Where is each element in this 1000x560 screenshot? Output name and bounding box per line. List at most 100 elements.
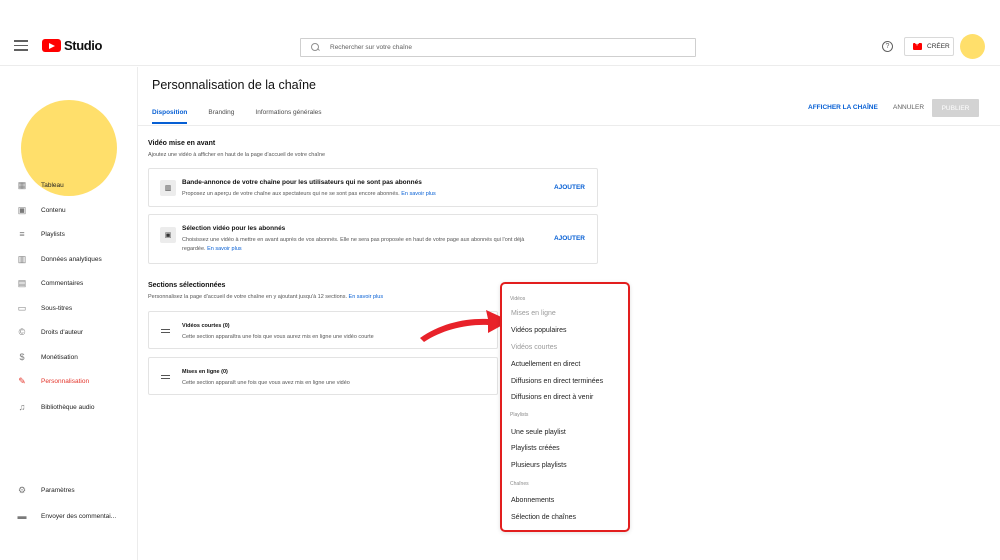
dashboard-icon: ▦ [17, 179, 27, 190]
sidebar-item-label: Droits d'auteur [41, 328, 84, 336]
analytics-icon: ▥ [17, 253, 27, 264]
sidebar-item-analytics[interactable]: ▥ Données analytiques [0, 248, 138, 270]
tab-disposition[interactable]: Disposition [152, 106, 188, 124]
dropdown-item[interactable]: Actuellement en direct [511, 361, 580, 368]
search-input[interactable] [330, 44, 670, 51]
playlist-icon: ≡ [19, 229, 25, 239]
trailer-card-desc: Proposez un aperçu de votre chaîne aux s… [182, 190, 532, 199]
trailer-card-title: Bande-annonce de votre chaîne pour les u… [182, 179, 422, 186]
sidebar-item-magic-wand[interactable]: ✎ Personnalisation [0, 370, 138, 392]
sidebar-item-content[interactable]: ▣ Contenu [0, 199, 138, 221]
audio-library-icon: ♫ [18, 402, 26, 412]
dropdown-item[interactable]: Abonnements [511, 497, 554, 504]
tab-bar: Disposition Branding Informations généra… [152, 106, 343, 124]
video-camera-icon [913, 41, 922, 50]
copyright-icon: © [18, 327, 26, 337]
sections-desc-text: Personnalisez la page d'accueil de votre… [148, 294, 348, 300]
sidebar-item-label: Contenu [41, 206, 66, 214]
featured-video-card: ▣ Sélection vidéo pour les abonnés Chois… [148, 214, 598, 264]
sidebar-item-label: Monétisation [41, 353, 78, 361]
dropdown-item[interactable]: Playlists créées [511, 445, 560, 452]
tab-general-info[interactable]: Informations générales [255, 106, 321, 124]
sidebar-item-label: Commentaires [41, 279, 84, 287]
video-star-icon: ▣ [160, 227, 176, 243]
film-icon: ▥ [160, 180, 176, 196]
section-card-desc: Cette section apparaîtra une fois que vo… [182, 334, 374, 340]
featured-section-title: Vidéo mise en avant [148, 140, 216, 147]
sidebar-item-label: Bibliothèque audio [41, 403, 95, 411]
section-type-dropdown: Vidéos Mises en ligne Vidéos populaires … [500, 282, 630, 532]
hamburger-menu-icon[interactable] [14, 40, 28, 51]
sidebar-item-copyright[interactable]: © Droits d'auteur [0, 321, 138, 343]
sidebar-item-audio-library[interactable]: ♫ Bibliothèque audio [0, 396, 138, 418]
dropdown-item: Vidéos courtes [511, 344, 558, 351]
sidebar-item-label: Paramètres [41, 486, 75, 494]
sidebar-item-label: Sous-titres [41, 304, 73, 312]
search-bar[interactable] [300, 38, 696, 57]
sidebar-item-label: Envoyer des commentai... [41, 512, 117, 520]
cancel-button[interactable]: ANNULER [893, 104, 924, 111]
annotation-arrow-icon [420, 310, 510, 342]
dropdown-item[interactable]: Une seule playlist [511, 429, 566, 436]
sidebar-item-subtitles[interactable]: ▭ Sous-titres [0, 297, 138, 319]
tab-branding[interactable]: Branding [208, 106, 234, 124]
dropdown-item[interactable]: Diffusions en direct terminées [511, 378, 603, 385]
sidebar-item-dashboard[interactable]: ▦ Tableau [0, 174, 138, 196]
featured-video-card-desc: Choisissez une vidéo à mettre en avant a… [182, 236, 537, 254]
add-featured-video-button[interactable]: AJOUTER [554, 235, 585, 242]
dropdown-item: Mises en ligne [511, 310, 556, 317]
drag-handle-icon[interactable] [161, 329, 170, 333]
section-card-uploads: Mises en ligne (0) Cette section apparaî… [148, 357, 498, 395]
trailer-card: ▥ Bande-annonce de votre chaîne pour les… [148, 168, 598, 207]
publish-button[interactable]: PUBLIER [932, 99, 979, 117]
sections-title: Sections sélectionnées [148, 282, 226, 289]
subtitles-icon: ▭ [17, 302, 27, 313]
sections-desc: Personnalisez la page d'accueil de votre… [148, 294, 383, 300]
content-icon: ▣ [17, 204, 27, 215]
gear-icon: ⚙ [17, 484, 27, 495]
sidebar: ▦ Tableau ▣ Contenu ≡ Playlists ▥ Données analy… [0, 67, 138, 560]
youtube-play-icon [42, 39, 61, 52]
drag-handle-icon[interactable] [161, 375, 170, 379]
sidebar-item-label: Données analytiques [41, 255, 102, 263]
sidebar-item-feedback[interactable]: ▬ Envoyer des commentai... [0, 505, 138, 527]
featured-section-desc: Ajoutez une vidéo à afficher en haut de … [148, 152, 326, 158]
dropdown-group-label: Chaînes [510, 481, 529, 487]
sidebar-item-label: Playlists [41, 230, 65, 238]
create-button[interactable]: CRÉER [904, 37, 954, 56]
studio-logo[interactable]: Studio [42, 38, 102, 53]
dropdown-item[interactable]: Plusieurs playlists [511, 462, 567, 469]
feedback-icon: ▬ [17, 511, 27, 521]
create-label: CRÉER [927, 43, 950, 50]
dropdown-group-label: Vidéos [510, 296, 526, 302]
page-title: Personnalisation de la chaîne [152, 78, 317, 92]
search-icon [311, 43, 320, 52]
comments-icon: ▤ [17, 277, 27, 288]
dropdown-item[interactable]: Diffusions en direct à venir [511, 394, 593, 401]
tabs-divider [138, 125, 1000, 126]
sidebar-item-playlist[interactable]: ≡ Playlists [0, 223, 138, 245]
dropdown-item[interactable]: Vidéos populaires [511, 327, 567, 334]
dropdown-item[interactable]: Sélection de chaînes [511, 514, 576, 521]
sidebar-item-label: Personnalisation [41, 377, 90, 385]
logo-text: Studio [64, 38, 103, 53]
trailer-card-desc-text: Proposez un aperçu de votre chaîne aux s… [182, 191, 400, 197]
learn-more-link[interactable]: En savoir plus [207, 246, 242, 252]
section-card-title: Mises en ligne (0) [182, 369, 228, 375]
learn-more-link[interactable]: En savoir plus [349, 294, 384, 300]
sidebar-item-label: Tableau [41, 181, 64, 189]
account-avatar[interactable] [960, 34, 985, 59]
help-icon[interactable]: ? [882, 41, 893, 52]
dollar-icon: $ [19, 352, 25, 362]
featured-video-card-title: Sélection vidéo pour les abonnés [182, 225, 286, 232]
top-bar: Studio ? CRÉER [0, 28, 1000, 66]
add-trailer-button[interactable]: AJOUTER [554, 184, 585, 191]
sidebar-item-dollar[interactable]: $ Monétisation [0, 346, 138, 368]
sidebar-item-comments[interactable]: ▤ Commentaires [0, 272, 138, 294]
section-card-desc: Cette section apparaît une fois que vous… [182, 380, 350, 386]
section-card-title: Vidéos courtes (0) [182, 323, 230, 329]
view-channel-button[interactable]: AFFICHER LA CHAÎNE [808, 104, 878, 111]
learn-more-link[interactable]: En savoir plus [401, 191, 436, 197]
magic-wand-icon: ✎ [18, 375, 26, 386]
sidebar-item-settings[interactable]: ⚙ Paramètres [0, 479, 138, 501]
